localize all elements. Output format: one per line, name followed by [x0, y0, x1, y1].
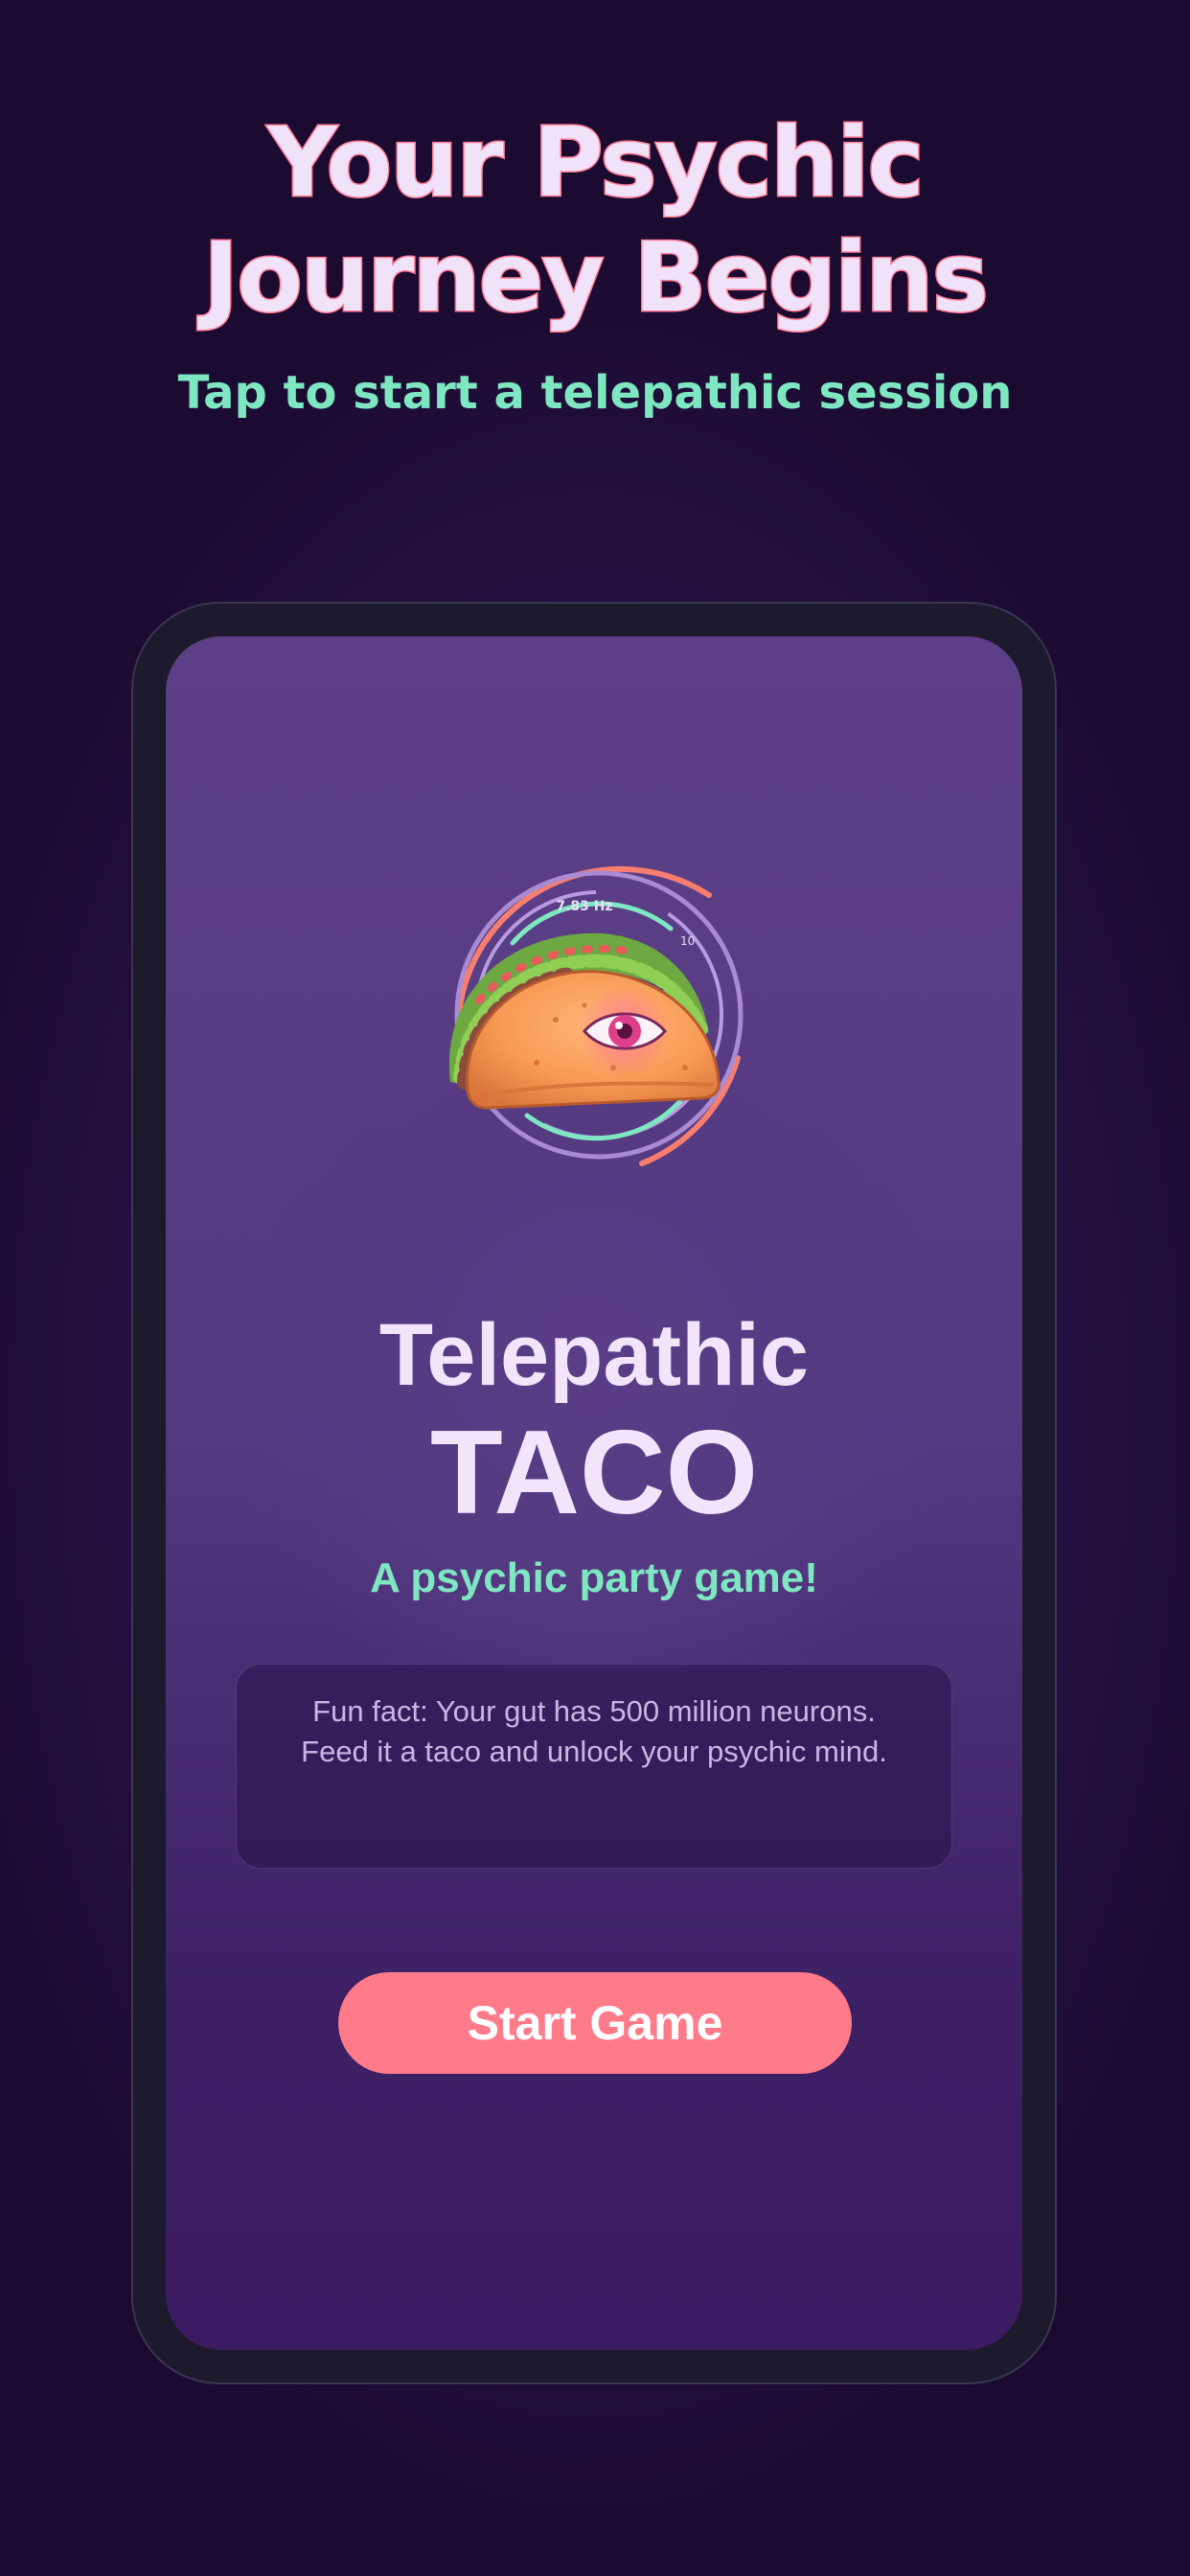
psychic-taco-eye-icon: 7.83 Hz 10: [422, 838, 767, 1183]
page-title: Your Psychic Journey Begins: [116, 105, 1074, 335]
frequency-label: 7.83 Hz: [556, 899, 612, 914]
game-title-line-1: Telepathic: [378, 1306, 810, 1404]
page-subtitle: Tap to start a telepathic session: [177, 366, 1013, 420]
fun-fact-line-1: Fun fact: Your gut has 500 million neuro…: [312, 1694, 876, 1728]
game-tagline: A psychic party game!: [370, 1554, 818, 1601]
scale-label: 10: [680, 934, 695, 948]
page-title-line-1: Your Psychic: [266, 105, 927, 220]
hero-header: Your Psychic Journey Begins Tap to start…: [0, 105, 1190, 421]
phone-screen: 7.83 Hz 10 Telepathic TACO A psychic par…: [166, 636, 1022, 2350]
game-title-line-2: TACO: [429, 1407, 759, 1539]
fun-fact-card: Fun fact: Your gut has 500 million neuro…: [236, 1664, 952, 1869]
page-title-line-2: Journey Begins: [201, 220, 990, 335]
phone-frame: 7.83 Hz 10 Telepathic TACO A psychic par…: [131, 602, 1057, 2384]
start-game-button[interactable]: Start Game: [338, 1972, 852, 2074]
fun-fact-line-2: Feed it a taco and unlock your psychic m…: [301, 1735, 887, 1768]
